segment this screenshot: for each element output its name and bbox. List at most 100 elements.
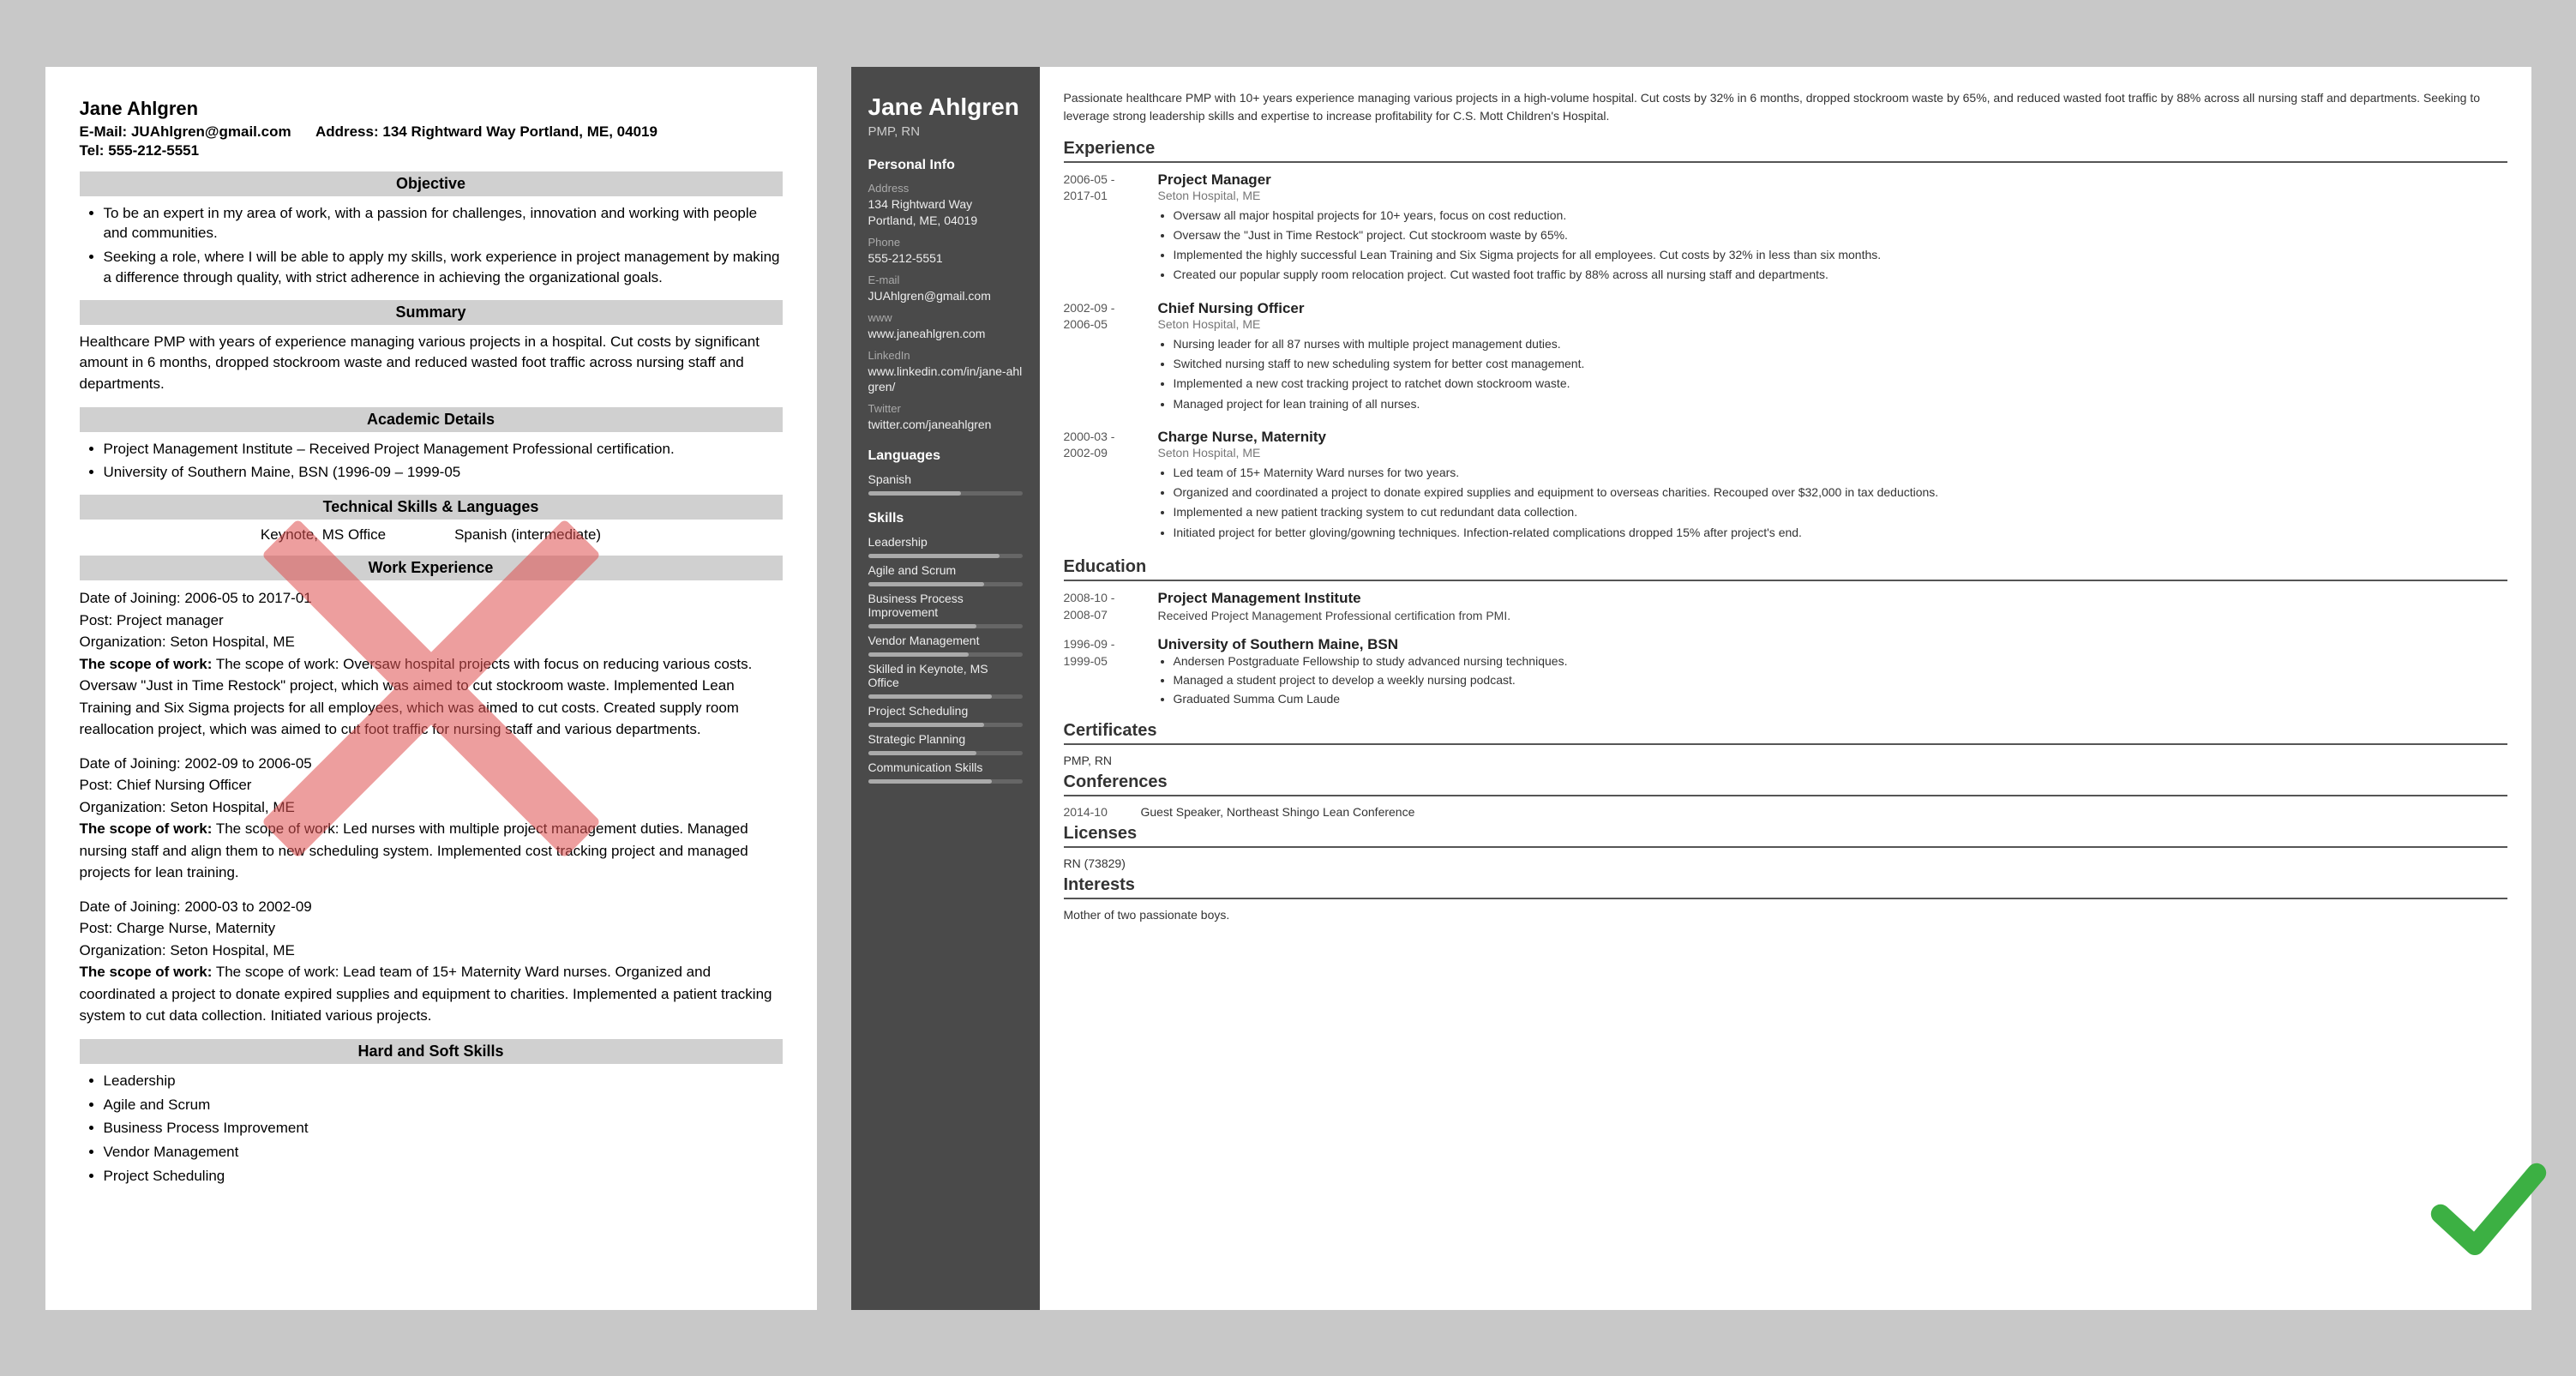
edu-dates-1: 2008-10 -2008-07 [1064, 590, 1158, 624]
list-item: Nursing leader for all 87 nurses with mu… [1174, 335, 2507, 352]
work-dates-2: Date of Joining: 2002-09 to 2006-05 [80, 753, 783, 775]
address-value: 134 Rightward WayPortland, ME, 04019 [868, 196, 1023, 229]
exp-dates-1: 2006-05 -2017-01 [1064, 171, 1158, 286]
exp-dates-2: 2002-09 -2006-05 [1064, 300, 1158, 415]
edu-inst-2: University of Southern Maine, BSN [1158, 636, 2507, 653]
twitter-label: Twitter [868, 402, 1023, 415]
language-bar-fill [868, 491, 961, 496]
list-item: Implemented a new patient tracking syste… [1174, 503, 2507, 520]
tel-label: Tel: [80, 142, 105, 159]
skill-bar-6 [868, 751, 1023, 755]
exp-dates-3: 2000-03 -2002-09 [1064, 429, 1158, 544]
exp-job-2: Chief Nursing Officer [1158, 300, 2507, 317]
bad-email-line: E-Mail: JUAhlgren@gmail.com Address: 134… [80, 123, 783, 141]
list-item: Vendor Management [104, 1142, 783, 1163]
exp-job-1: Project Manager [1158, 171, 2507, 189]
work-dates-3: Date of Joining: 2000-03 to 2002-09 [80, 896, 783, 918]
work-scope-3: The scope of work: The scope of work: Le… [80, 961, 783, 1027]
resume-main: Passionate healthcare PMP with 10+ years… [1040, 67, 2531, 1310]
work-entry-2: Date of Joining: 2002-09 to 2006-05 Post… [80, 753, 783, 884]
exp-entry-3: 2000-03 -2002-09 Charge Nurse, Maternity… [1064, 429, 2507, 544]
email-value: JUAhlgren@gmail.com [868, 288, 1023, 304]
bad-objective-list: To be an expert in my area of work, with… [80, 203, 783, 288]
exp-content-3: Charge Nurse, Maternity Seton Hospital, … [1158, 429, 2507, 544]
skill-item: Communication Skills [868, 760, 1023, 774]
bad-name: Jane Ahlgren [80, 98, 783, 120]
skill-bar-7 [868, 779, 1023, 784]
phone-label: Phone [868, 236, 1023, 249]
bad-academic-list: Project Management Institute – Received … [80, 439, 783, 484]
interests-title: Interests [1064, 875, 2507, 899]
list-item: Andersen Postgraduate Fellowship to stud… [1174, 653, 2507, 670]
skill-bar-3 [868, 652, 1023, 657]
exp-bullets-1: Oversaw all major hospital projects for … [1158, 207, 2507, 284]
work-post-1: Post: Project manager [80, 610, 783, 632]
lic-value: RN (73829) [1064, 856, 2507, 870]
www-label: www [868, 311, 1023, 324]
exp-entry-2: 2002-09 -2006-05 Chief Nursing Officer S… [1064, 300, 2507, 415]
www-value: www.janeahlgren.com [868, 326, 1023, 342]
exp-content-1: Project Manager Seton Hospital, ME Overs… [1158, 171, 2507, 286]
licenses-title: Licenses [1064, 824, 2507, 848]
linkedin-label: LinkedIn [868, 349, 1023, 362]
exp-org-1: Seton Hospital, ME [1158, 189, 2507, 202]
list-item: Business Process Improvement [104, 1118, 783, 1139]
edu-entry-1: 2008-10 -2008-07 Project Management Inst… [1064, 590, 2507, 624]
list-item: Graduated Summa Cum Laude [1174, 691, 2507, 708]
edu-dates-2: 1996-09 -1999-05 [1064, 636, 1158, 709]
list-item: Seeking a role, where I will be able to … [104, 247, 783, 288]
education-title: Education [1064, 557, 2507, 581]
edu-entry-2: 1996-09 -1999-05 University of Southern … [1064, 636, 2507, 709]
bad-resume: Jane Ahlgren E-Mail: JUAhlgren@gmail.com… [45, 67, 817, 1310]
linkedin-value: www.linkedin.com/in/jane-ahlgren/ [868, 364, 1023, 396]
list-item: Oversaw the "Just in Time Restock" proje… [1174, 226, 2507, 243]
edu-bullets-2: Andersen Postgraduate Fellowship to stud… [1158, 653, 2507, 707]
work-post-3: Post: Charge Nurse, Maternity [80, 917, 783, 940]
work-entry-3: Date of Joining: 2000-03 to 2002-09 Post… [80, 896, 783, 1027]
language-item: Spanish [868, 472, 1023, 486]
list-item: Project Scheduling [104, 1166, 783, 1187]
exp-org-3: Seton Hospital, ME [1158, 446, 2507, 460]
list-item: Managed project for lean training of all… [1174, 395, 2507, 412]
address-label: Address: [315, 123, 379, 140]
skill-bar-2 [868, 624, 1023, 628]
work-scope-1: The scope of work: The scope of work: Ov… [80, 653, 783, 741]
skill-item: Agile and Scrum [868, 563, 1023, 577]
skill-item: Vendor Management [868, 634, 1023, 647]
edu-inst-1: Project Management Institute [1158, 590, 2507, 607]
list-item: Created our popular supply room relocati… [1174, 266, 2507, 283]
skill-bar-4 [868, 694, 1023, 699]
languages-title: Languages [868, 448, 1023, 464]
email-value: JUAhlgren@gmail.com [131, 123, 291, 140]
list-item: Agile and Scrum [104, 1095, 783, 1115]
skill-bar-1 [868, 582, 1023, 586]
list-item: Led team of 15+ Maternity Ward nurses fo… [1174, 464, 2507, 481]
bad-tel-line: Tel: 555-212-5551 [80, 142, 783, 159]
email-label: E-mail [868, 273, 1023, 286]
int-value: Mother of two passionate boys. [1064, 908, 2507, 922]
address-value: 134 Rightward Way Portland, ME, 04019 [382, 123, 658, 140]
main-container: Jane Ahlgren E-Mail: JUAhlgren@gmail.com… [45, 67, 2531, 1310]
exp-bullets-3: Led team of 15+ Maternity Ward nurses fo… [1158, 464, 2507, 541]
certificates-title: Certificates [1064, 721, 2507, 745]
list-item: Project Management Institute – Received … [104, 439, 783, 460]
bad-summary-text: Healthcare PMP with years of experience … [80, 332, 783, 395]
bad-objective-header: Objective [80, 171, 783, 196]
good-name: Jane Ahlgren [868, 93, 1023, 122]
language-bar [868, 491, 1023, 496]
work-org-2: Organization: Seton Hospital, ME [80, 796, 783, 819]
resume-sidebar: Jane Ahlgren PMP, RN Personal Info Addre… [851, 67, 1040, 1310]
bad-summary-header: Summary [80, 300, 783, 325]
exp-bullets-2: Nursing leader for all 87 nurses with mu… [1158, 335, 2507, 412]
tel-value: 555-212-5551 [108, 142, 199, 159]
skill-1: Keynote, MS Office [261, 526, 386, 544]
skill-item: Project Scheduling [868, 704, 1023, 718]
bad-skills-list: Leadership Agile and Scrum Business Proc… [80, 1071, 783, 1187]
list-item: Oversaw all major hospital projects for … [1174, 207, 2507, 224]
skill-item: Strategic Planning [868, 732, 1023, 746]
email-label: E-Mail: [80, 123, 128, 140]
skill-item: Skilled in Keynote, MS Office [868, 662, 1023, 689]
good-resume: Jane Ahlgren PMP, RN Personal Info Addre… [851, 67, 2531, 1310]
skill-item: Business Process Improvement [868, 592, 1023, 619]
phone-value: 555-212-5551 [868, 250, 1023, 267]
